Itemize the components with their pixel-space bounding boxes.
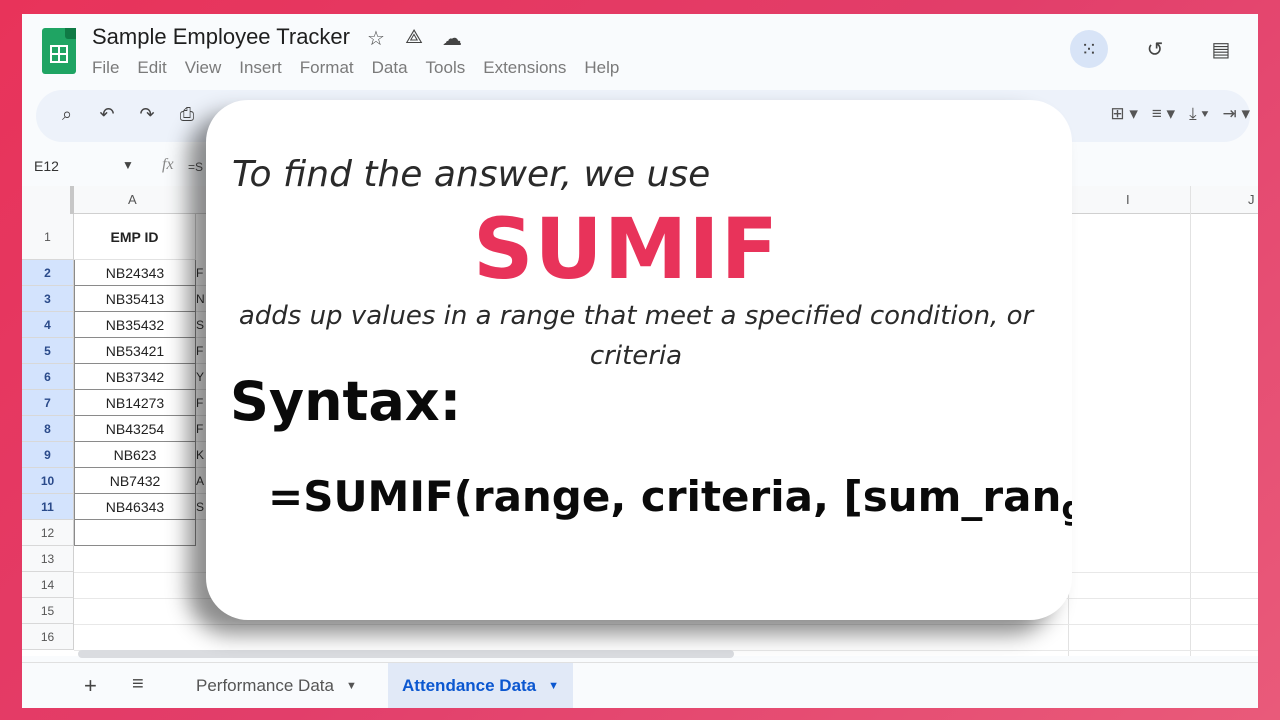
sheet-tab-bar: + ≡ Performance Data ▼ Attendance Data ▼ [22, 662, 1258, 708]
table-cell[interactable]: NB35432 [74, 312, 196, 338]
menu-file[interactable]: File [92, 58, 119, 78]
row-header[interactable]: 6 [22, 364, 74, 390]
sheets-logo-icon[interactable] [42, 28, 76, 74]
star-icon[interactable]: ☆ [364, 26, 388, 51]
add-sheet-icon[interactable]: + [84, 673, 97, 699]
cloud-status-icon[interactable]: ☁ [440, 26, 464, 51]
sheet-tab-performance[interactable]: Performance Data ▼ [182, 663, 371, 708]
meet-icon[interactable]: ⁙ [1070, 30, 1108, 68]
text-wrap-icon[interactable]: ⇥ ▾ [1222, 104, 1250, 124]
row-header[interactable]: 11 [22, 494, 74, 520]
vertical-align-icon[interactable]: ⤓ ▾ [1189, 104, 1208, 124]
menu-bar: File Edit View Insert Format Data Tools … [92, 58, 619, 78]
row-header[interactable]: 15 [22, 598, 74, 624]
row-header[interactable]: 16 [22, 624, 74, 650]
horizontal-align-icon[interactable]: ≡ ▾ [1152, 104, 1175, 124]
table-cell[interactable]: NB53421 [74, 338, 196, 364]
menu-edit[interactable]: Edit [137, 58, 166, 78]
table-cell[interactable]: NB24343 [74, 260, 196, 286]
menu-help[interactable]: Help [584, 58, 619, 78]
row-header[interactable]: 7 [22, 390, 74, 416]
column-header-a[interactable]: A [128, 192, 137, 207]
column-header-j[interactable]: J [1248, 192, 1255, 207]
formula-input[interactable]: =S [188, 160, 203, 174]
table-cell[interactable]: F [196, 390, 206, 416]
merge-cells-icon[interactable]: ⊞ ▾ [1110, 104, 1138, 124]
chevron-down-icon[interactable]: ▼ [122, 158, 134, 172]
syntax-label: Syntax: [230, 370, 462, 433]
column-header-i[interactable]: I [1126, 192, 1130, 207]
horizontal-scrollbar[interactable] [78, 650, 734, 658]
row-header[interactable]: 4 [22, 312, 74, 338]
syntax-formula-text: =SUMIF(range, criteria, [sum_ran [268, 472, 1062, 521]
row-header[interactable]: 9 [22, 442, 74, 468]
row-header[interactable]: 14 [22, 572, 74, 598]
sheet-tab-label: Attendance Data [402, 676, 537, 695]
table-cell[interactable]: A [196, 468, 206, 494]
undo-icon[interactable]: ↶ [96, 104, 118, 125]
table-cell[interactable]: NB623 [74, 442, 196, 468]
table-cell[interactable]: N [196, 286, 206, 312]
menu-insert[interactable]: Insert [239, 58, 282, 78]
all-sheets-icon[interactable]: ≡ [132, 673, 144, 696]
print-icon[interactable]: ⎙ [176, 104, 198, 125]
redo-icon[interactable]: ↷ [136, 104, 158, 125]
move-to-drive-icon[interactable]: ⟁ [402, 26, 426, 51]
top-right-actions: ⁙ ↺ ▤ [1070, 30, 1240, 68]
table-cell[interactable]: Y [196, 364, 206, 390]
row-header[interactable]: 10 [22, 468, 74, 494]
select-all-corner[interactable] [22, 186, 74, 214]
sumif-info-card: To find the answer, we use SUMIF adds up… [206, 100, 1072, 620]
title-actions: ☆ ⟁ ☁ [364, 26, 464, 51]
row-header[interactable]: 12 [22, 520, 74, 546]
sheet-tab-attendance[interactable]: Attendance Data ▼ [388, 663, 574, 708]
history-icon[interactable]: ↺ [1136, 30, 1174, 68]
syntax-formula: =SUMIF(range, criteria, [sum_rang [268, 472, 1072, 527]
table-cell[interactable] [74, 520, 196, 546]
menu-format[interactable]: Format [300, 58, 354, 78]
row-header[interactable]: 13 [22, 546, 74, 572]
search-icon[interactable]: ⌕ [56, 104, 78, 125]
table-cell[interactable]: S [196, 494, 206, 520]
table-cell[interactable]: NB46343 [74, 494, 196, 520]
fx-icon: fx [162, 156, 174, 173]
function-name: SUMIF [473, 200, 779, 298]
name-box[interactable]: E12 [34, 158, 59, 174]
row-header[interactable]: 3 [22, 286, 74, 312]
table-cell[interactable]: F [196, 416, 206, 442]
document-title[interactable]: Sample Employee Tracker [92, 24, 350, 50]
comments-icon[interactable]: ▤ [1202, 30, 1240, 68]
row-header[interactable]: 1 [22, 214, 74, 260]
table-cell[interactable]: NB43254 [74, 416, 196, 442]
function-description: adds up values in a range that meet a sp… [238, 301, 1034, 371]
chevron-down-icon[interactable]: ▼ [346, 680, 357, 692]
table-cell[interactable]: F [196, 338, 206, 364]
menu-view[interactable]: View [185, 58, 222, 78]
menu-extensions[interactable]: Extensions [483, 58, 566, 78]
table-cell[interactable]: NB37342 [74, 364, 196, 390]
header-cell-emp-id[interactable]: EMP ID [74, 214, 196, 260]
menu-data[interactable]: Data [372, 58, 408, 78]
row-header[interactable]: 5 [22, 338, 74, 364]
table-cell[interactable]: NB14273 [74, 390, 196, 416]
sheet-tab-label: Performance Data [196, 676, 334, 695]
table-cell[interactable]: NB7432 [74, 468, 196, 494]
intro-text: To find the answer, we use [232, 154, 711, 195]
chevron-down-icon[interactable]: ▼ [548, 680, 559, 692]
table-cell[interactable]: K [196, 442, 206, 468]
table-cell[interactable]: S [196, 312, 206, 338]
table-cell[interactable]: F [196, 260, 206, 286]
row-header[interactable]: 8 [22, 416, 74, 442]
row-header[interactable]: 2 [22, 260, 74, 286]
syntax-formula-tail: g [1061, 489, 1072, 527]
menu-tools[interactable]: Tools [426, 58, 466, 78]
table-cell[interactable]: NB35413 [74, 286, 196, 312]
